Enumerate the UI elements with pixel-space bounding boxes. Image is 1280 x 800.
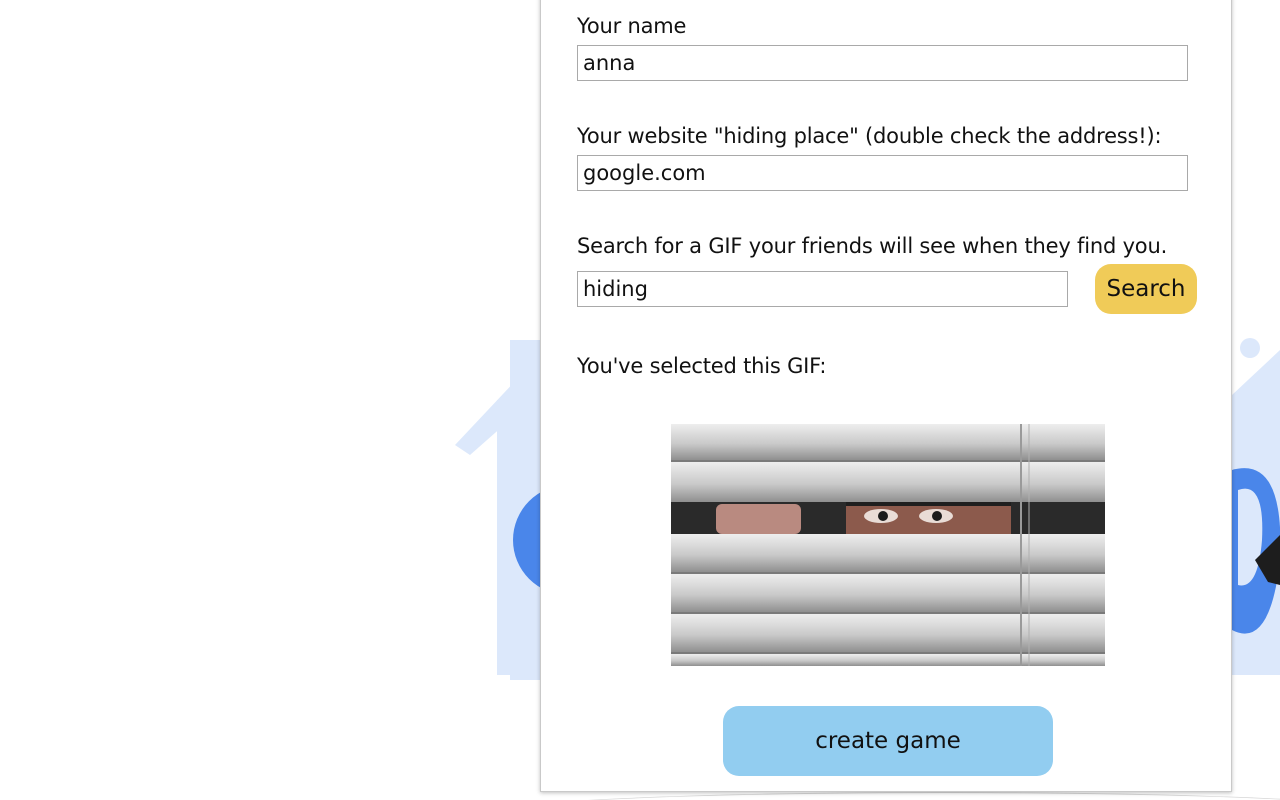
selected-gif-label: You've selected this GIF: bbox=[577, 354, 827, 378]
selected-gif-image bbox=[671, 424, 1105, 666]
gif-search-input[interactable] bbox=[577, 271, 1068, 307]
create-game-button[interactable]: create game bbox=[723, 706, 1053, 776]
name-input[interactable] bbox=[577, 45, 1188, 81]
eyes-peeking-through-blinds-icon bbox=[671, 424, 1105, 666]
name-label: Your name bbox=[577, 14, 687, 38]
website-label: Your website "hiding place" (double chec… bbox=[577, 124, 1162, 148]
website-input[interactable] bbox=[577, 155, 1188, 191]
create-game-panel: Your name Your website "hiding place" (d… bbox=[540, 0, 1232, 792]
gif-search-label: Search for a GIF your friends will see w… bbox=[577, 234, 1168, 258]
search-button[interactable]: Search bbox=[1095, 264, 1197, 314]
app-window: Your name Your website "hiding place" (d… bbox=[0, 0, 1280, 800]
